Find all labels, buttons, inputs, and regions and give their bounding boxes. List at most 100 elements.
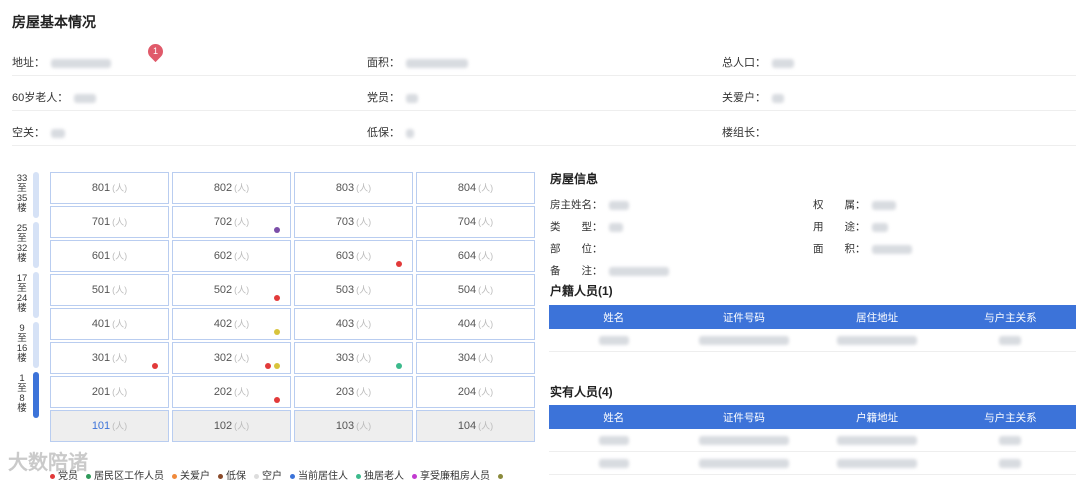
unit-cell-304[interactable]: 304 (人) xyxy=(416,342,535,374)
unit-people-count: (人) xyxy=(478,285,494,295)
building-label-line: 楼 xyxy=(17,253,27,264)
care-field: 关爱户： xyxy=(722,89,784,105)
unit-cell-103[interactable]: 103 (人) xyxy=(294,410,413,442)
legend-dot xyxy=(254,473,259,479)
redacted-value xyxy=(698,435,789,445)
redacted-value xyxy=(837,435,918,445)
remark-label: 备 注： xyxy=(550,265,603,277)
building-item-1[interactable]: 25 至 32 楼 xyxy=(12,224,32,264)
care-label: 关爱户： xyxy=(722,92,766,104)
unit-cell-703[interactable]: 703 (人) xyxy=(294,206,413,238)
unit-cell-701[interactable]: 701 (人) xyxy=(50,206,169,238)
unit-cell-602[interactable]: 602 (人) xyxy=(172,240,291,272)
lowincome-field: 低保： xyxy=(367,124,414,140)
unit-cell-201[interactable]: 201 (人) xyxy=(50,376,169,408)
unit-number: 601 xyxy=(91,250,111,262)
unit-marker-dot xyxy=(274,329,280,335)
unit-cell-202[interactable]: 202 (人) xyxy=(172,376,291,408)
summary-row-3: 空关： 低保： 楼组长： xyxy=(12,112,1076,146)
unit-cell-803[interactable]: 803 (人) xyxy=(294,172,413,204)
area-value xyxy=(406,58,468,68)
unit-number: 602 xyxy=(213,250,233,262)
table-row[interactable] xyxy=(549,451,1076,475)
unit-cell-203[interactable]: 203 (人) xyxy=(294,376,413,408)
unit-people-count: (人) xyxy=(356,319,372,329)
legend-item-1: 居民区工作人员 xyxy=(86,467,164,482)
unit-marker-dot xyxy=(265,363,271,369)
table-cell xyxy=(944,329,1076,352)
unit-cell-102[interactable]: 102 (人) xyxy=(172,410,291,442)
unit-cell-503[interactable]: 503 (人) xyxy=(294,274,413,306)
redacted-value xyxy=(837,335,918,345)
unit-cell-301[interactable]: 301 (人) xyxy=(50,342,169,374)
registered-table: 姓名 证件号码 居住地址 与户主关系 xyxy=(549,305,1076,352)
legend-dot xyxy=(498,473,503,479)
unit-people-count: (人) xyxy=(356,285,372,295)
vacant-field: 空关： xyxy=(12,124,65,140)
legend: 党员 居民区工作人员 关爱户 低保 空户 当前居住人 独居老人 享受廉租房人员 xyxy=(50,467,514,482)
unit-number: 604 xyxy=(457,250,477,262)
unit-cell-801[interactable]: 801 (人) xyxy=(50,172,169,204)
unit-cell-302[interactable]: 302 (人) xyxy=(172,342,291,374)
unit-number: 803 xyxy=(335,182,355,194)
unit-people-count: (人) xyxy=(234,387,250,397)
unit-cell-101[interactable]: 101 (人) xyxy=(50,410,169,442)
notification-badge[interactable]: 1 xyxy=(144,40,167,63)
unit-number: 401 xyxy=(91,318,111,330)
house-area-label: 面 积： xyxy=(813,243,866,255)
legend-label: 享受廉租房人员 xyxy=(420,471,490,482)
house-area-value xyxy=(871,244,912,254)
unit-cell-603[interactable]: 603 (人) xyxy=(294,240,413,272)
elderly-field: 60岁老人： xyxy=(12,89,97,105)
table-row[interactable] xyxy=(549,329,1076,352)
owner-field: 房主姓名： xyxy=(550,197,629,212)
vacant-label: 空关： xyxy=(12,127,45,139)
unit-cell-403[interactable]: 403 (人) xyxy=(294,308,413,340)
legend-item-4: 空户 xyxy=(254,467,282,482)
building-item-4[interactable]: 1至8楼 xyxy=(12,374,32,414)
redacted-value xyxy=(999,458,1022,468)
unit-cell-402[interactable]: 402 (人) xyxy=(172,308,291,340)
legend-item-5: 当前居住人 xyxy=(290,467,348,482)
unit-cell-804[interactable]: 804 (人) xyxy=(416,172,535,204)
unit-cell-704[interactable]: 704 (人) xyxy=(416,206,535,238)
lowincome-value xyxy=(406,128,414,138)
building-item-3[interactable]: 9 至 16 楼 xyxy=(12,324,32,364)
unit-cell-504[interactable]: 504 (人) xyxy=(416,274,535,306)
unit-number: 704 xyxy=(457,216,477,228)
unit-number: 404 xyxy=(457,318,477,330)
legend-label: 独居老人 xyxy=(364,471,404,482)
building-item-2[interactable]: 17 至 24 楼 xyxy=(12,274,32,314)
unit-people-count: (人) xyxy=(478,387,494,397)
unit-people-count: (人) xyxy=(234,421,250,431)
vacant-value xyxy=(51,128,65,138)
area-field: 面积： xyxy=(367,54,468,70)
legend-dot xyxy=(356,473,361,479)
unit-marker-dot xyxy=(152,363,158,369)
unit-number: 203 xyxy=(335,386,355,398)
unit-cell-401[interactable]: 401 (人) xyxy=(50,308,169,340)
building-label-line: 楼 xyxy=(17,403,27,414)
unit-cell-501[interactable]: 501 (人) xyxy=(50,274,169,306)
unit-number: 402 xyxy=(213,318,233,330)
unit-people-count: (人) xyxy=(112,183,128,193)
unit-people-count: (人) xyxy=(234,217,250,227)
building-item-0[interactable]: 33 至 35 楼 xyxy=(12,174,32,214)
redacted-value xyxy=(598,458,629,468)
unit-cell-104[interactable]: 104 (人) xyxy=(416,410,535,442)
type-label: 类 型： xyxy=(550,221,603,233)
type-field: 类 型： xyxy=(550,219,623,234)
unit-cell-404[interactable]: 404 (人) xyxy=(416,308,535,340)
unit-people-count: (人) xyxy=(234,285,250,295)
table-row[interactable] xyxy=(549,429,1076,452)
unit-cell-601[interactable]: 601 (人) xyxy=(50,240,169,272)
unit-cell-204[interactable]: 204 (人) xyxy=(416,376,535,408)
unit-cell-502[interactable]: 502 (人) xyxy=(172,274,291,306)
unit-number: 802 xyxy=(213,182,233,194)
unit-cell-303[interactable]: 303 (人) xyxy=(294,342,413,374)
unit-cell-702[interactable]: 702 (人) xyxy=(172,206,291,238)
unit-cell-604[interactable]: 604 (人) xyxy=(416,240,535,272)
unit-people-count: (人) xyxy=(112,421,128,431)
unit-cell-802[interactable]: 802 (人) xyxy=(172,172,291,204)
table-header: 与户主关系 xyxy=(944,305,1076,329)
